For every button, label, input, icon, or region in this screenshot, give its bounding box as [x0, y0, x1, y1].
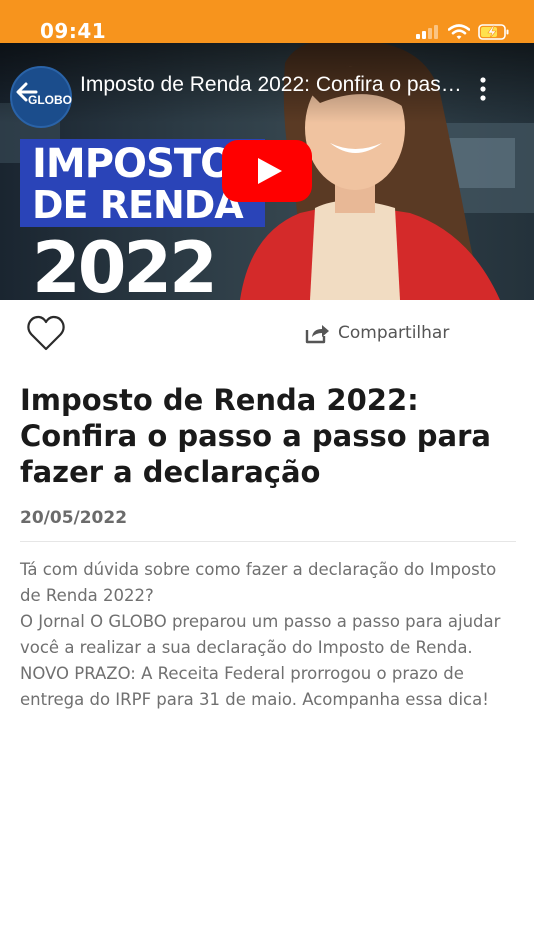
share-icon[interactable]	[304, 321, 330, 345]
article-title: Imposto de Renda 2022: Confira o passo a…	[20, 383, 491, 489]
article-paragraph: O Jornal O GLOBO preparou um passo a pas…	[20, 612, 501, 657]
article-date: 20/05/2022	[20, 508, 128, 528]
thumbnail-text-line-1: IMPOSTO	[32, 141, 234, 187]
thumbnail-text-line-2: DE RENDA	[32, 183, 244, 227]
like-button[interactable]	[26, 314, 66, 352]
video-title[interactable]: Imposto de Renda 2022: Confira o passo a…	[80, 73, 465, 97]
article-paragraph: NOVO PRAZO: A Receita Federal prorrogou …	[20, 664, 489, 709]
share-button[interactable]: Compartilhar	[304, 320, 449, 346]
share-label[interactable]: Compartilhar	[338, 323, 449, 343]
channel-logo[interactable]: GLOBO	[10, 66, 72, 128]
battery-charging-icon	[478, 24, 509, 40]
play-icon[interactable]	[222, 140, 312, 202]
video-player[interactable]: IMPOSTO DE RENDA 2022 GLOBO Imposto de R…	[0, 43, 534, 300]
status-bar: 09:41	[0, 0, 534, 43]
channel-logo-text: GLOBO	[28, 93, 72, 107]
heart-outline-icon[interactable]	[26, 314, 66, 352]
wifi-icon	[448, 24, 470, 40]
cellular-signal-icon	[416, 25, 438, 39]
article-paragraph: Tá com dúvida sobre como fazer a declara…	[20, 560, 497, 605]
more-vertical-icon[interactable]	[477, 76, 489, 102]
article-body: Tá com dúvida sobre como fazer a declara…	[20, 557, 520, 713]
divider	[20, 541, 516, 542]
status-time: 09:41	[40, 19, 107, 43]
thumbnail-text-line-3: 2022	[32, 227, 218, 300]
status-icons	[416, 22, 510, 42]
